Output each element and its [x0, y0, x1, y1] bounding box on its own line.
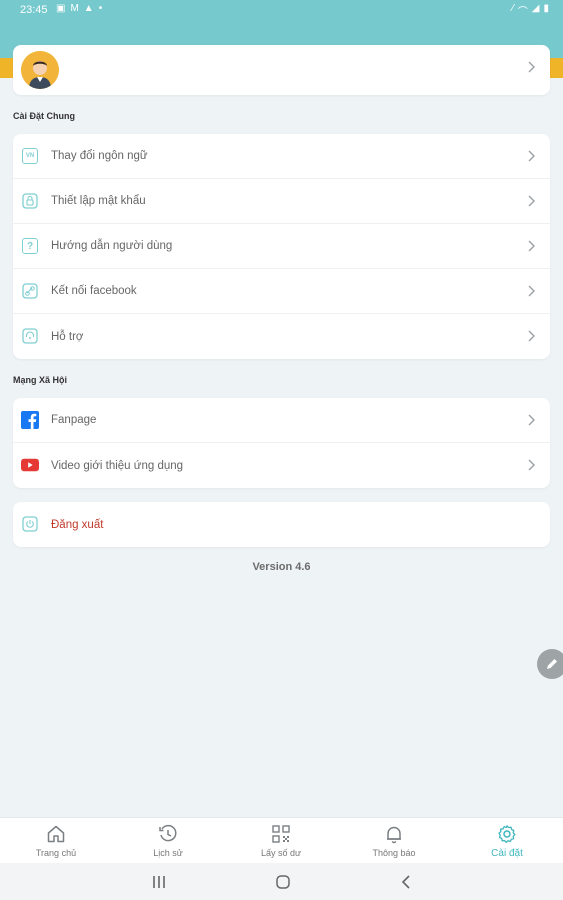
profile-card[interactable] — [13, 45, 550, 95]
signal-icon: ◢ — [531, 3, 540, 14]
social-item-fanpage[interactable]: Fanpage — [13, 398, 550, 443]
settings-item-user-guide[interactable]: ? Hướng dẫn người dùng — [13, 224, 550, 269]
nav-item-notifications[interactable]: Thông báo — [338, 818, 450, 864]
status-bar: 23:45 ▣ M ▲ • ⁄ ⌒ ◢ ▮ — [0, 0, 563, 22]
back-icon[interactable] — [400, 874, 412, 890]
logout-label: Đăng xuất — [51, 518, 104, 531]
section-title-social: Mạng Xã Hội — [13, 375, 68, 385]
facebook-icon — [21, 411, 39, 429]
status-left-icons: ▣ M ▲ • — [56, 3, 102, 14]
qr-icon — [272, 825, 290, 843]
section-title-general: Cài Đặt Chung — [13, 111, 75, 121]
settings-item-language[interactable]: VN Thay đổi ngôn ngữ — [13, 134, 550, 179]
chevron-right-icon — [528, 330, 535, 342]
bottom-nav: Trang chủ Lịch sử Lấy số dư Thông báo Cà… — [0, 817, 563, 863]
nav-label: Lịch sử — [153, 848, 183, 858]
language-icon: VN — [21, 147, 39, 165]
avatar — [21, 51, 59, 89]
social-card: Fanpage Video giới thiệu ứng dụng — [13, 398, 550, 488]
alert-icon: ▲ — [83, 3, 94, 14]
settings-item-password[interactable]: Thiết lập mật khẩu — [13, 179, 550, 224]
pencil-icon — [547, 659, 557, 669]
settings-item-label: Hướng dẫn người dùng — [51, 240, 173, 252]
link-icon — [21, 282, 39, 300]
nav-label: Cài đặt — [491, 848, 523, 859]
chevron-right-icon — [528, 150, 535, 162]
nav-item-home[interactable]: Trang chủ — [0, 818, 112, 864]
settings-item-label: Thiết lập mật khẩu — [51, 195, 146, 207]
nav-item-balance[interactable]: Lấy số dư — [225, 818, 337, 864]
nav-item-history[interactable]: Lịch sử — [112, 818, 224, 864]
chevron-right-icon — [528, 195, 535, 207]
nav-label: Thông báo — [372, 848, 416, 858]
logout-row[interactable]: Đăng xuất — [13, 502, 550, 547]
nav-item-settings[interactable]: Cài đặt — [451, 818, 563, 864]
mail-icon: M — [70, 3, 79, 14]
avatar-icon — [21, 51, 59, 89]
nav-label: Lấy số dư — [260, 848, 302, 858]
dot-icon: • — [98, 3, 103, 14]
logout-button[interactable]: Đăng xuất — [13, 502, 550, 547]
settings-item-label: Hỗ trợ — [51, 330, 84, 343]
battery-icon: ▮ — [543, 3, 549, 14]
general-settings-card: VN Thay đổi ngôn ngữ Thiết lập mật khẩu … — [13, 134, 550, 359]
social-item-label: Fanpage — [51, 414, 97, 426]
support-icon — [21, 327, 39, 345]
status-time: 23:45 — [20, 4, 48, 16]
image-icon: ▣ — [56, 3, 66, 14]
home-button-icon[interactable] — [275, 874, 291, 890]
chevron-right-icon — [528, 61, 535, 73]
recent-apps-icon[interactable] — [151, 875, 167, 889]
edit-fab-button[interactable] — [537, 649, 563, 679]
social-item-video[interactable]: Video giới thiệu ứng dụng — [13, 443, 550, 488]
chevron-right-icon — [528, 285, 535, 297]
power-icon — [21, 515, 39, 533]
chevron-right-icon — [528, 459, 535, 471]
lock-icon — [21, 192, 39, 210]
help-icon: ? — [21, 237, 39, 255]
mute-icon: ⁄ — [512, 3, 514, 14]
social-item-label: Video giới thiệu ứng dụng — [51, 459, 184, 472]
system-nav-bar — [0, 863, 563, 900]
chevron-right-icon — [528, 414, 535, 426]
version-text: Version 4.6 — [252, 561, 311, 573]
history-icon — [159, 824, 177, 842]
settings-item-support[interactable]: Hỗ trợ — [13, 314, 550, 359]
settings-item-facebook-connect[interactable]: Kết nối facebook — [13, 269, 550, 314]
gear-icon — [498, 825, 516, 843]
settings-item-label: Kết nối facebook — [51, 285, 137, 297]
chevron-right-icon — [528, 240, 535, 252]
bell-icon — [387, 826, 401, 844]
youtube-icon — [21, 456, 39, 474]
status-right-icons: ⁄ ⌒ ◢ ▮ — [512, 3, 549, 18]
settings-item-label: Thay đổi ngôn ngữ — [51, 150, 148, 162]
nav-label: Trang chủ — [35, 848, 77, 858]
home-icon — [47, 825, 65, 843]
wifi-icon: ⌒ — [517, 7, 528, 18]
